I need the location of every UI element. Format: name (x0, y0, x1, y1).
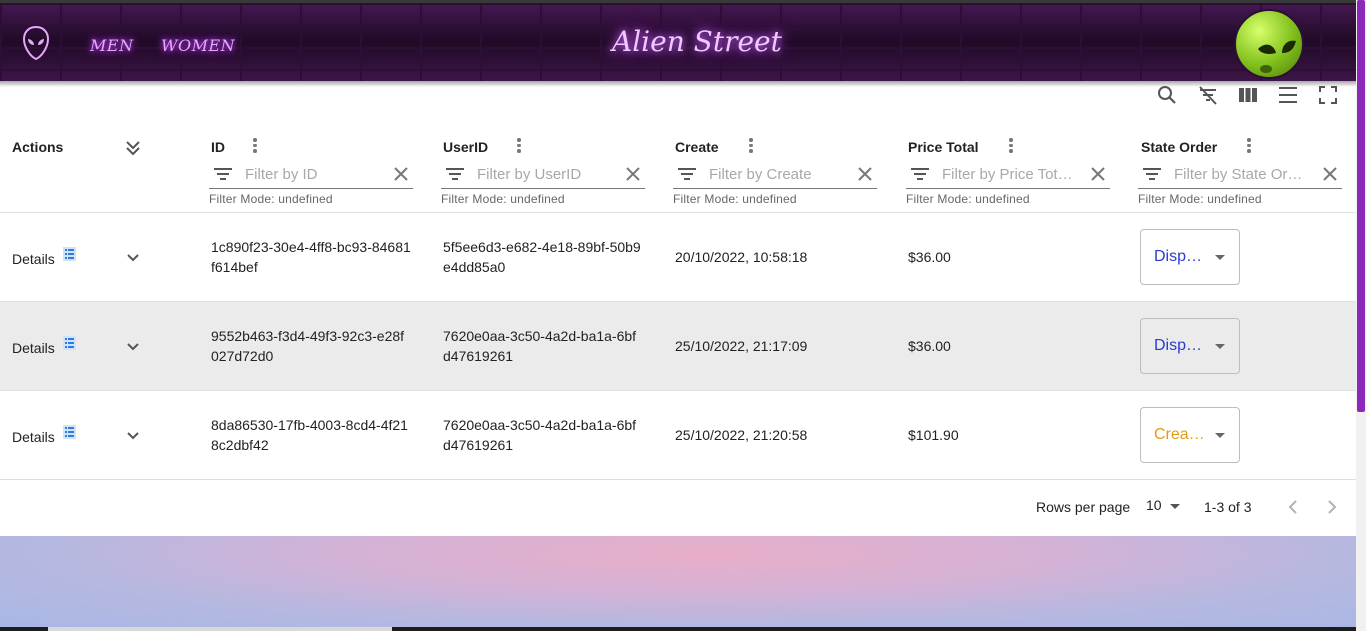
columns-icon[interactable] (1237, 84, 1259, 106)
filter-field-price-total (906, 160, 1110, 189)
filter-field-id (209, 160, 413, 189)
filter-input-state-order[interactable] (1174, 164, 1314, 184)
clear-filter-icon[interactable] (393, 166, 409, 182)
filter-mode-label: Filter Mode: undefined (906, 192, 1030, 206)
filter-field-userid (441, 160, 645, 189)
column-menu-icon[interactable] (252, 138, 258, 154)
chevron-down-icon[interactable] (125, 253, 141, 263)
filter-input-userid[interactable] (477, 164, 617, 184)
cell-create: 25/10/2022, 21:17:09 (675, 338, 808, 354)
cell-create: 20/10/2022, 10:58:18 (675, 249, 808, 265)
details-label: Details (12, 340, 55, 356)
filter-icon (1143, 168, 1161, 180)
column-menu-icon[interactable] (1008, 138, 1014, 154)
nav-link-men[interactable]: MEN (90, 36, 134, 55)
column-menu-icon[interactable] (516, 138, 522, 154)
alien-avatar-icon (1258, 40, 1296, 73)
column-header-id[interactable]: ID (211, 139, 225, 155)
caret-down-icon (1170, 504, 1180, 509)
cell-userid: 7620e0aa-3c50-4a2d-ba1a-6bfd47619261 (443, 328, 637, 364)
rows-per-page-value: 10 (1146, 497, 1162, 513)
cell-id: 1c890f23-30e4-4ff8-bc93-84681f614bef (211, 239, 411, 275)
page-background (0, 536, 1356, 631)
filter-icon (678, 168, 696, 180)
cell-id: 8da86530-17fb-4003-8cd4-4f218c2dbf42 (211, 417, 408, 453)
list-details-icon[interactable] (63, 336, 76, 350)
state-order-value: Disp… (1154, 248, 1203, 265)
filter-off-icon[interactable] (1197, 84, 1219, 106)
column-header-state-order[interactable]: State Order (1141, 139, 1217, 155)
filter-mode-label: Filter Mode: undefined (209, 192, 333, 206)
rows-per-page-label: Rows per page (1036, 499, 1131, 515)
column-header-userid[interactable]: UserID (443, 139, 488, 155)
table-row: Details 8da86530-17fb-4003-8cd4-4f218c2d… (0, 391, 1356, 480)
taskbar-item[interactable] (48, 627, 392, 631)
rows-per-page-select[interactable]: 10 (1146, 497, 1182, 517)
list-details-icon[interactable] (63, 425, 76, 439)
list-details-icon[interactable] (63, 247, 76, 261)
column-menu-icon[interactable] (1246, 138, 1252, 154)
cell-price-total: $36.00 (908, 249, 951, 265)
cell-price-total: $101.90 (908, 427, 959, 443)
table-row: Details 1c890f23-30e4-4ff8-bc93-84681f61… (0, 213, 1356, 302)
column-header-actions: Actions (12, 139, 64, 155)
state-order-value: Crea… (1154, 426, 1205, 443)
filter-mode-label: Filter Mode: undefined (441, 192, 565, 206)
cell-id: 9552b463-f3d4-49f3-92c3-e28f027d72d0 (211, 328, 405, 364)
column-menu-icon[interactable] (748, 138, 754, 154)
taskbar (0, 627, 1356, 631)
clear-filter-icon[interactable] (625, 166, 641, 182)
search-icon[interactable] (1156, 84, 1178, 106)
nav-link-women[interactable]: WOMEN (161, 36, 235, 55)
clear-filter-icon[interactable] (1322, 166, 1338, 182)
filter-field-create (673, 160, 877, 189)
state-order-select[interactable]: Disp… (1140, 229, 1240, 285)
expand-all-icon[interactable] (125, 139, 141, 157)
scrollbar-thumb[interactable] (1357, 0, 1365, 412)
chevron-left-icon[interactable] (1283, 497, 1303, 517)
column-header-price-total[interactable]: Price Total (908, 139, 979, 155)
cell-create: 25/10/2022, 21:20:58 (675, 427, 808, 443)
table-row: Details 9552b463-f3d4-49f3-92c3-e28f027d… (0, 302, 1356, 391)
chevron-down-icon[interactable] (125, 431, 141, 441)
details-label: Details (12, 429, 55, 445)
filter-input-price-total[interactable] (942, 164, 1082, 184)
state-order-value: Disp… (1154, 337, 1203, 354)
alien-logo-icon[interactable] (22, 25, 50, 61)
caret-down-icon (1215, 344, 1225, 349)
user-avatar[interactable] (1234, 9, 1304, 79)
column-header-create[interactable]: Create (675, 139, 719, 155)
app-header: MEN WOMEN Alien Street (0, 0, 1356, 87)
brand-title[interactable]: Alien Street (612, 25, 782, 58)
table-pagination: Rows per page 10 1-3 of 3 (0, 480, 1356, 536)
state-order-select[interactable]: Disp… (1140, 318, 1240, 374)
clear-filter-icon[interactable] (857, 166, 873, 182)
caret-down-icon (1215, 433, 1225, 438)
chevron-right-icon[interactable] (1322, 497, 1342, 517)
caret-down-icon (1215, 255, 1225, 260)
page-range: 1-3 of 3 (1204, 499, 1252, 515)
details-label: Details (12, 251, 55, 267)
cell-userid: 7620e0aa-3c50-4a2d-ba1a-6bfd47619261 (443, 417, 637, 453)
filter-mode-label: Filter Mode: undefined (673, 192, 797, 206)
density-icon[interactable] (1277, 84, 1299, 106)
state-order-select[interactable]: Crea… (1140, 407, 1240, 463)
chevron-down-icon[interactable] (125, 342, 141, 352)
cell-price-total: $36.00 (908, 338, 951, 354)
clear-filter-icon[interactable] (1090, 166, 1106, 182)
filter-field-state-order (1138, 160, 1342, 189)
filter-icon (214, 168, 232, 180)
cell-userid: 5f5ee6d3-e682-4e18-89bf-50b9e4dd85a0 (443, 239, 641, 275)
filter-input-id[interactable] (245, 164, 385, 184)
filter-icon (911, 168, 929, 180)
filter-mode-label: Filter Mode: undefined (1138, 192, 1262, 206)
scrollbar[interactable] (1356, 0, 1366, 631)
filter-input-create[interactable] (709, 164, 849, 184)
fullscreen-icon[interactable] (1317, 84, 1339, 106)
filter-icon (446, 168, 464, 180)
